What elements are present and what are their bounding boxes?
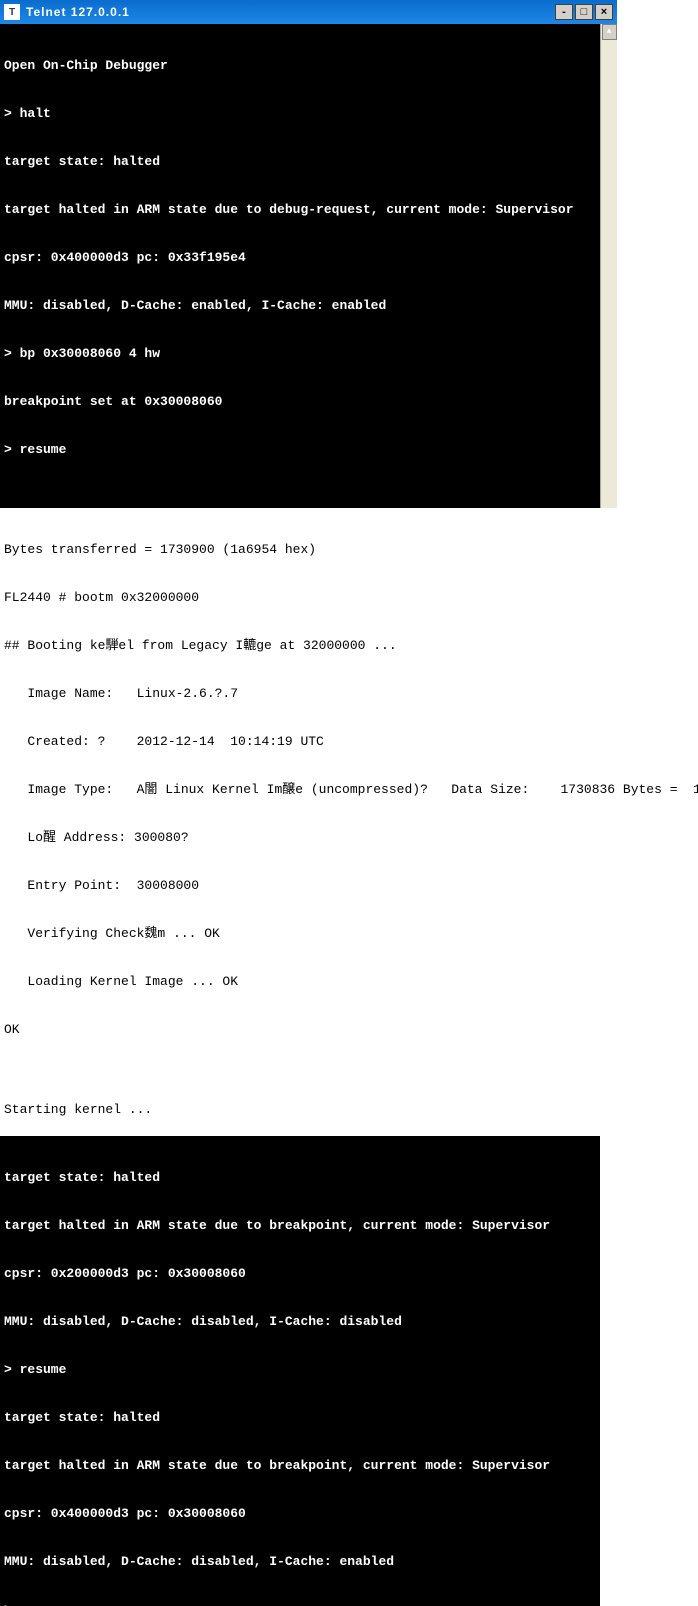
output-line: FL2440 # bootm 0x32000000 [4,590,694,606]
scrollbar[interactable]: ▲ [600,24,617,508]
minimize-button[interactable]: - [555,4,573,20]
terminal-line: target state: halted [4,154,596,170]
telnet-terminal-2[interactable]: target state: halted target halted in AR… [0,1136,600,1606]
terminal-line: target state: halted [4,1170,596,1186]
terminal-line: target halted in ARM state due to debug-… [4,202,596,218]
terminal-line: > resume [4,1362,596,1378]
telnet-terminal-1[interactable]: Open On-Chip Debugger > halt target stat… [0,24,600,508]
output-line: Verifying Check魏m ... OK [4,926,694,942]
terminal-line: cpsr: 0x200000d3 pc: 0x30008060 [4,1266,596,1282]
output-line: Image Name: Linux-2.6.?.7 [4,686,694,702]
terminal-line: > halt [4,106,596,122]
window-titlebar: T Telnet 127.0.0.1 - □ × [0,0,617,24]
output-line: Entry Point: 30008000 [4,878,694,894]
terminal-line: MMU: disabled, D-Cache: disabled, I-Cach… [4,1314,596,1330]
output-line: Created: ? 2012-12-14 10:14:19 UTC [4,734,694,750]
output-line: Lo醒 Address: 300080? [4,830,694,846]
maximize-button[interactable]: □ [575,4,593,20]
output-line: Bytes transferred = 1730900 (1a6954 hex) [4,542,694,558]
output-line: Starting kernel ... [4,1102,694,1118]
terminal-line: target halted in ARM state due to breakp… [4,1458,596,1474]
terminal-line: cpsr: 0x400000d3 pc: 0x33f195e4 [4,250,596,266]
output-line: Image Type: A闇 Linux Kernel Im醸e (uncomp… [4,782,694,798]
terminal-line: MMU: disabled, D-Cache: enabled, I-Cache… [4,298,596,314]
terminal-line: target state: halted [4,1410,596,1426]
close-button[interactable]: × [595,4,613,20]
terminal-prompt: > [4,1602,596,1606]
terminal-line: cpsr: 0x400000d3 pc: 0x30008060 [4,1506,596,1522]
terminal-line: breakpoint set at 0x30008060 [4,394,596,410]
app-icon: T [4,4,20,20]
terminal-line: > bp 0x30008060 4 hw [4,346,596,362]
output-line: ## Booting ke騨el from Legacy I轆ge at 320… [4,638,694,654]
window-title: Telnet 127.0.0.1 [26,5,553,19]
terminal-line: Open On-Chip Debugger [4,58,596,74]
terminal-line: target halted in ARM state due to breakp… [4,1218,596,1234]
terminal-line: MMU: disabled, D-Cache: disabled, I-Cach… [4,1554,596,1570]
terminal-line: > resume [4,442,596,458]
serial-output-1: Bytes transferred = 1730900 (1a6954 hex)… [0,508,698,1136]
output-line: Loading Kernel Image ... OK [4,974,694,990]
output-line: OK [4,1022,694,1038]
scroll-up-icon[interactable]: ▲ [602,24,617,40]
